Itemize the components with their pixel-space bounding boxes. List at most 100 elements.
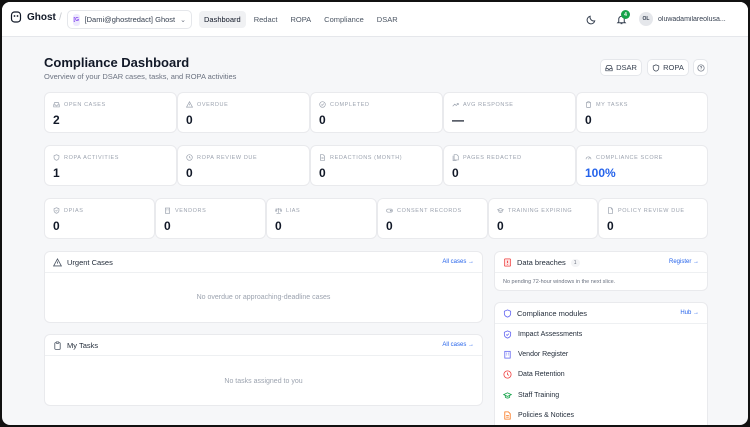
stat-label: ROPA ACTIVITIES [64, 154, 120, 161]
shield-icon [652, 63, 660, 72]
stat-card-pages-redacted[interactable]: PAGES REDACTED 0 [443, 145, 576, 186]
stat-label-row: AVG RESPONSE [452, 101, 514, 108]
inbox-icon [53, 102, 60, 108]
notification-badge: 4 [621, 10, 630, 19]
module-data-retention[interactable]: Data Retention [503, 370, 565, 379]
panel-header: Compliance modules [503, 309, 587, 318]
clipboard-icon [54, 341, 61, 350]
workspace-name: [Dami@ghostredact] Ghost [84, 15, 176, 24]
module-staff-training[interactable]: Staff Training [503, 391, 559, 400]
stat-card-overdue[interactable]: OVERDUE 0 [177, 92, 310, 133]
panel-title: Compliance modules [517, 309, 588, 318]
shield-icon [53, 154, 60, 161]
stat-label: OPEN CASES [64, 101, 106, 108]
file-icon [504, 411, 511, 420]
stat-label: DPIAS [64, 207, 84, 214]
building-icon [504, 350, 511, 359]
page-subtitle: Overview of your DSAR cases, tasks, and … [44, 72, 237, 81]
shield-check-icon [53, 207, 60, 214]
pages-icon [452, 154, 459, 161]
shield-icon [503, 309, 512, 318]
stat-label-row: POLICY REVIEW DUE [607, 207, 685, 214]
stat-card-policy-review-due[interactable]: POLICY REVIEW DUE 0 [598, 198, 708, 239]
document-icon [320, 154, 325, 161]
dsar-button[interactable]: DSAR [600, 59, 642, 76]
stat-card-avg-response[interactable]: AVG RESPONSE — [443, 92, 576, 133]
module-impact-assessments[interactable]: Impact Assessments [503, 330, 582, 339]
hub-link[interactable]: Hub → [680, 310, 699, 316]
panel-header: Urgent Cases [53, 258, 113, 267]
stat-card-vendors[interactable]: VENDORS 0 [155, 198, 266, 239]
stat-value: — [452, 113, 464, 127]
stat-label-row: VENDORS [164, 207, 206, 214]
stat-card-redactions-month[interactable]: REDACTIONS (MONTH) 0 [310, 145, 443, 186]
stat-label: POLICY REVIEW DUE [618, 207, 685, 214]
stat-label-row: OVERDUE [186, 101, 228, 108]
graduation-cap-icon [497, 208, 504, 213]
workspace-selector[interactable]: [G [Dami@ghostredact] Ghost ⌄ [67, 10, 192, 29]
nav-dashboard[interactable]: Dashboard [199, 11, 246, 28]
stat-label-row: ROPA REVIEW DUE [186, 154, 257, 161]
module-label: Policies & Notices [518, 412, 575, 419]
user-menu[interactable]: OL oluwadamilareolusa... ⌄ [639, 12, 748, 26]
moon-icon[interactable] [586, 14, 597, 25]
stat-value: 0 [53, 219, 60, 233]
stat-card-consent-records[interactable]: CONSENT RECORDS 0 [377, 198, 488, 239]
stat-label: LIAS [286, 207, 301, 214]
inbox-icon [605, 64, 613, 71]
scale-icon [275, 208, 282, 214]
top-bar: Ghost / [G [Dami@ghostredact] Ghost ⌄ Da… [2, 2, 748, 37]
chevron-down-icon: ⌄ [747, 16, 748, 23]
stat-label: REDACTIONS (MONTH) [330, 154, 403, 161]
app-window: Ghost / [G [Dami@ghostredact] Ghost ⌄ Da… [2, 2, 748, 425]
stat-card-ropa-activities[interactable]: ROPA ACTIVITIES 1 [44, 145, 177, 186]
stat-value: 0 [607, 219, 614, 233]
module-policies-notices[interactable]: Policies & Notices [503, 411, 574, 420]
divider [45, 272, 482, 273]
warning-icon [53, 258, 62, 267]
brand-logo[interactable]: Ghost [10, 11, 56, 23]
stat-label-row: COMPLIANCE SCORE [585, 154, 663, 161]
panel-header: Data breaches 1 [503, 258, 580, 267]
module-label: Data Retention [518, 371, 565, 378]
stat-card-my-tasks[interactable]: MY TASKS 0 [576, 92, 708, 133]
stat-card-completed[interactable]: COMPLETED 0 [310, 92, 443, 133]
toggle-icon [386, 208, 393, 213]
module-label: Staff Training [518, 392, 560, 399]
stat-label-row: DPIAS [53, 207, 84, 214]
help-button[interactable] [693, 59, 708, 76]
stat-label: CONSENT RECORDS [397, 207, 462, 214]
divider [45, 355, 482, 356]
stat-value: 0 [386, 219, 393, 233]
stat-value: 0 [164, 219, 171, 233]
stat-label-row: REDACTIONS (MONTH) [319, 154, 402, 161]
stat-card-compliance-score[interactable]: COMPLIANCE SCORE 100% [576, 145, 708, 186]
nav-ropa[interactable]: ROPA [285, 11, 316, 28]
stat-value: 0 [319, 113, 326, 127]
stat-label-row: ROPA ACTIVITIES [53, 154, 119, 161]
nav-dsar[interactable]: DSAR [372, 11, 403, 28]
all-cases-link[interactable]: All cases → [442, 259, 474, 265]
trend-icon [452, 103, 459, 107]
stat-card-open-cases[interactable]: OPEN CASES 2 [44, 92, 177, 133]
my-tasks-panel: My Tasks All cases → No tasks assigned t… [44, 334, 483, 406]
stat-value: 0 [585, 113, 592, 127]
stat-card-lias[interactable]: LIAS 0 [266, 198, 377, 239]
stat-label: VENDORS [175, 207, 207, 214]
nav-redact[interactable]: Redact [249, 11, 283, 28]
register-link[interactable]: Register → [669, 259, 699, 265]
stat-label-row: CONSENT RECORDS [386, 207, 462, 214]
chevron-down-icon: ⌄ [180, 16, 186, 24]
nav-compliance[interactable]: Compliance [319, 11, 369, 28]
stat-card-dpias[interactable]: DPIAS 0 [44, 198, 155, 239]
stat-card-ropa-review-due[interactable]: ROPA REVIEW DUE 0 [177, 145, 310, 186]
ropa-button[interactable]: ROPA [647, 59, 689, 76]
stat-card-training-expiring[interactable]: TRAINING EXPIRING 0 [488, 198, 598, 239]
module-vendor-register[interactable]: Vendor Register [503, 350, 568, 359]
stat-label-row: COMPLETED [319, 101, 370, 108]
avatar: OL [639, 12, 653, 26]
clock-icon [503, 370, 512, 379]
file-icon [608, 207, 613, 214]
all-cases-link[interactable]: All cases → [442, 342, 474, 348]
stat-label: PAGES REDACTED [463, 154, 522, 161]
